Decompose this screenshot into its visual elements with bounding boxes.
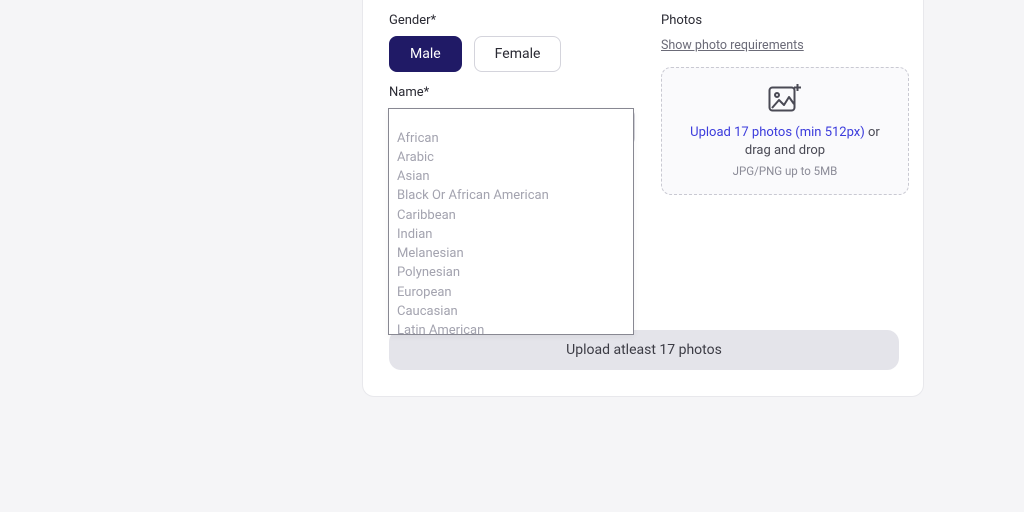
submit-button-disabled[interactable]: Upload atleast 17 photos [389, 330, 899, 370]
photo-requirements-link[interactable]: Show photo requirements [661, 38, 804, 53]
upload-link[interactable]: Upload 17 photos (min 512px) [690, 125, 865, 140]
dropzone-text: Upload 17 photos (min 512px) or drag and… [676, 124, 894, 159]
ethnicity-option[interactable]: European [389, 283, 633, 302]
right-column: Photos Show photo requirements Upload 17… [661, 0, 909, 195]
ethnicity-option[interactable]: Indian [389, 225, 633, 244]
gender-group: Male Female [389, 36, 635, 72]
ethnicity-option[interactable]: Melanesian [389, 245, 633, 264]
ethnicity-option[interactable]: Polynesian [389, 264, 633, 283]
photo-dropzone[interactable]: Upload 17 photos (min 512px) or drag and… [661, 67, 909, 195]
ethnicity-option[interactable]: Caucasian [389, 302, 633, 321]
ethnicity-option[interactable]: Black Or African American [389, 187, 633, 206]
photos-label: Photos [661, 13, 909, 28]
dropzone-formats: JPG/PNG up to 5MB [733, 164, 838, 178]
ethnicity-option[interactable]: African [389, 129, 633, 148]
ethnicity-list: African Arabic Asian Black Or African Am… [389, 109, 633, 335]
ethnicity-option[interactable]: Caribbean [389, 206, 633, 225]
ethnicity-option[interactable]: Latin American [389, 322, 633, 336]
gender-male-button[interactable]: Male [389, 36, 462, 72]
ethnicity-option[interactable]: Asian [389, 168, 633, 187]
gender-label: Gender* [389, 13, 635, 28]
ethnicity-option[interactable]: Arabic [389, 148, 633, 167]
image-add-icon [768, 84, 802, 116]
ethnicity-dropdown[interactable]: African Arabic Asian Black Or African Am… [388, 108, 634, 335]
gender-female-button[interactable]: Female [474, 36, 562, 72]
name-label: Name* [389, 85, 635, 100]
